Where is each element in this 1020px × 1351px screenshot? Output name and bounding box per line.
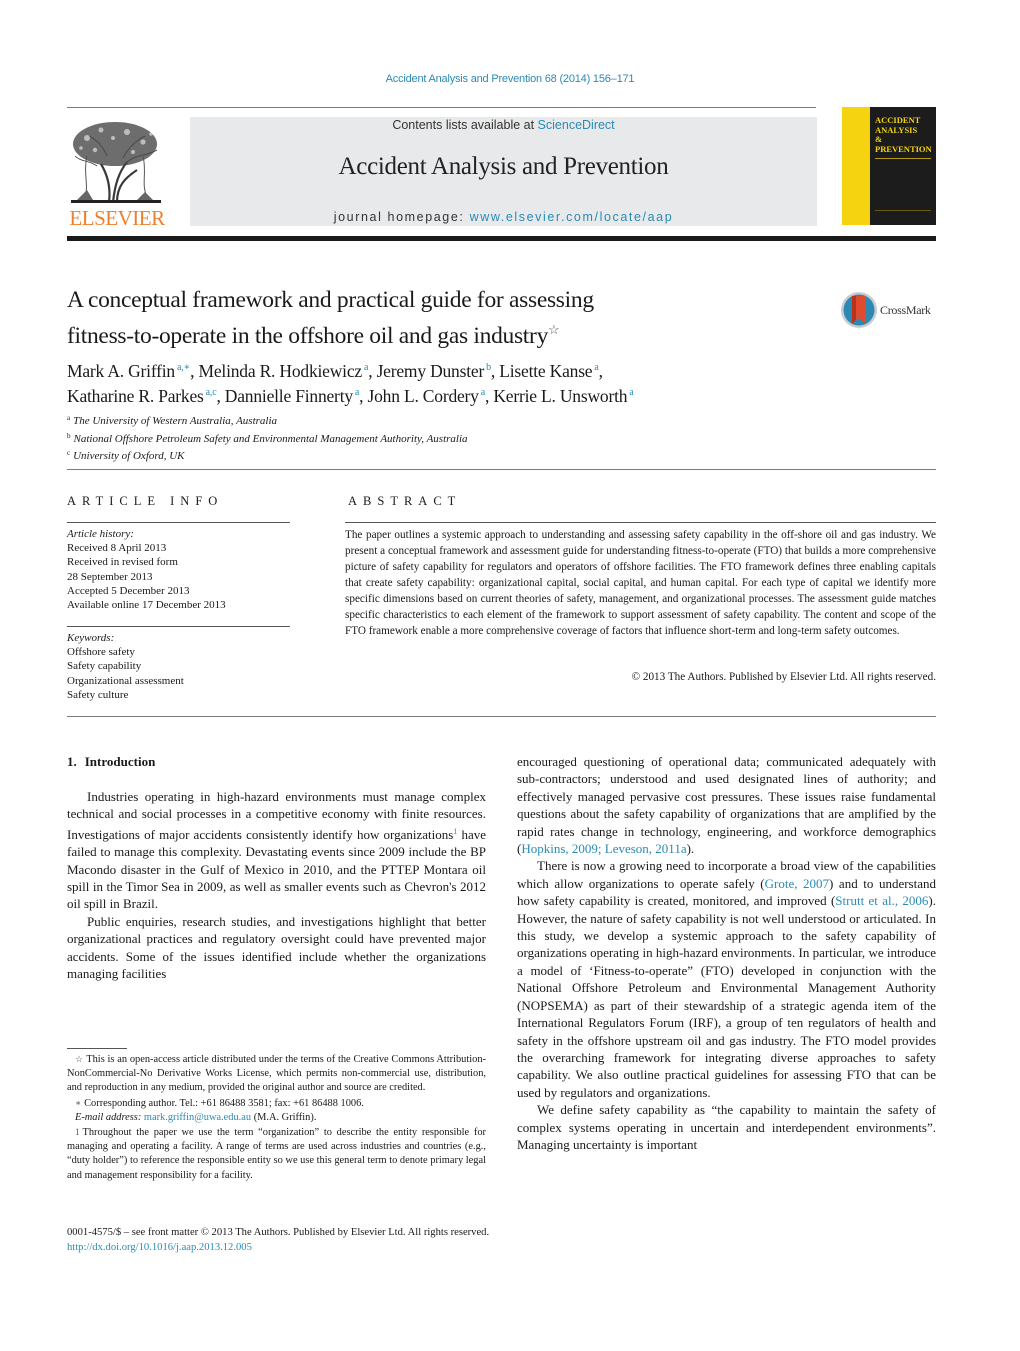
- keyword-item: Organizational assessment: [67, 674, 184, 687]
- footnote-corresponding: ∗ Corresponding author. Tel.: +61 86488 3…: [75, 1097, 364, 1109]
- title-footnote-star-icon[interactable]: ☆: [548, 322, 560, 337]
- citation-link[interactable]: Strutt et al., 2006: [835, 893, 928, 908]
- paragraph: We define safety capability as “the capa…: [517, 1101, 936, 1153]
- keywords-label: Keywords:: [67, 632, 115, 644]
- issn-line: 0001-4575/$ – see front matter © 2013 Th…: [67, 1227, 490, 1238]
- divider: [67, 626, 290, 627]
- history-item: Accepted 5 December 2013: [67, 584, 190, 597]
- crossmark-label[interactable]: CrossMark: [880, 303, 931, 318]
- abstract-text: The paper outlines a systemic approach t…: [345, 529, 936, 637]
- paragraph-text: Industries operating in high-hazard envi…: [67, 789, 486, 842]
- keywords: Keywords: Offshore safety Safety capabil…: [67, 631, 297, 702]
- cover-rule: [875, 158, 931, 159]
- elsevier-wordmark[interactable]: ELSEVIER: [67, 206, 167, 231]
- article-info-heading: ARTICLE INFO: [67, 494, 224, 508]
- section-title: Introduction: [84, 754, 156, 769]
- author-line-1: Mark A. Griffin a,∗, Melinda R. Hodkiewic…: [67, 361, 603, 381]
- history-item: 28 September 2013: [67, 570, 153, 583]
- section-heading: 1. Introduction: [67, 754, 155, 770]
- history-item: Received 8 April 2013: [67, 542, 167, 555]
- abstract-heading: ABSTRACT: [348, 494, 462, 508]
- divider: [67, 716, 936, 717]
- author-name[interactable]: Dannielle Finnerty: [225, 386, 353, 406]
- author-name[interactable]: Kerrie L. Unsworth: [493, 386, 627, 406]
- affiliation-item: c University of Oxford, UK: [67, 449, 185, 462]
- author-list: Mark A. Griffin a,∗, Melinda R. Hodkiewic…: [67, 357, 867, 407]
- author-name[interactable]: Melinda R. Hodkiewicz: [198, 361, 362, 381]
- cover-title: ACCIDENT ANALYSIS & PREVENTION: [875, 115, 932, 154]
- author-name[interactable]: Mark A. Griffin: [67, 361, 175, 381]
- paragraph: Industries operating in high-hazard envi…: [67, 788, 486, 913]
- author-name[interactable]: Lisette Kanse: [499, 361, 592, 381]
- email-link[interactable]: mark.griffin@uwa.edu.au: [144, 1112, 251, 1123]
- author-affiliation-mark[interactable]: a,∗: [177, 362, 190, 373]
- paragraph-text: ).: [686, 841, 695, 857]
- paragraph: encouraged questioning of operational da…: [517, 753, 936, 857]
- affiliations: a The University of Western Australia, Au…: [67, 411, 767, 464]
- asterisk-icon: ∗: [75, 1097, 82, 1108]
- affiliation-item: b National Offshore Petroleum Safety and …: [67, 431, 468, 445]
- front-matter: 0001-4575/$ – see front matter © 2013 Th…: [67, 1226, 667, 1255]
- homepage-prefix: journal homepage:: [333, 210, 470, 224]
- paragraph-text: ). However, the nature of safety capabil…: [517, 893, 936, 1100]
- keyword-item: Safety capability: [67, 660, 142, 673]
- paragraph-text: Public enquiries, research studies, and …: [67, 913, 486, 982]
- history-item: Received in revised form: [67, 556, 178, 569]
- body-right-column: encouraged questioning of operational da…: [517, 753, 936, 1153]
- article-title: A conceptual framework and practical gui…: [67, 287, 594, 349]
- cover-rule-bottom: [875, 210, 931, 211]
- author-affiliation-mark[interactable]: a,c: [206, 387, 217, 398]
- author-name[interactable]: Jeremy Dunster: [377, 361, 485, 381]
- footnotes: ☆ This is an open-access article distribu…: [67, 1052, 486, 1183]
- history-label: Article history:: [67, 528, 134, 540]
- masthead-thick-rule: [67, 236, 936, 241]
- footnote-divider: [67, 1048, 127, 1049]
- doi-link[interactable]: http://dx.doi.org/10.1016/j.aap.2013.12.…: [67, 1241, 667, 1256]
- section-number: 1.: [67, 754, 77, 769]
- paragraph: Public enquiries, research studies, and …: [67, 913, 486, 983]
- citation-link[interactable]: Hopkins, 2009; Leveson, 2011a: [521, 841, 686, 856]
- paragraph-text: We define safety capability as “the capa…: [517, 1102, 936, 1152]
- author-name[interactable]: John L. Cordery: [368, 386, 479, 406]
- header-divider: [67, 107, 816, 108]
- divider: [345, 522, 936, 523]
- running-header[interactable]: Accident Analysis and Prevention 68 (201…: [0, 73, 1020, 85]
- journal-title: Accident Analysis and Prevention: [338, 153, 669, 180]
- contents-prefix: Contents lists available at: [392, 118, 538, 132]
- journal-cover-thumbnail[interactable]: ACCIDENT ANALYSIS & PREVENTION: [842, 107, 936, 225]
- abstract-copyright: © 2013 The Authors. Published by Elsevie…: [631, 671, 936, 683]
- contents-line: Contents lists available at ScienceDirec…: [190, 118, 817, 132]
- paragraph: There is now a growing need to incorpora…: [517, 857, 936, 1101]
- sciencedirect-link[interactable]: ScienceDirect: [538, 118, 615, 132]
- article-history: Article history: Received 8 April 2013 R…: [67, 527, 297, 612]
- divider: [67, 522, 290, 523]
- affiliation-item: a The University of Western Australia, Au…: [67, 414, 278, 427]
- author-affiliation-mark[interactable]: a: [629, 387, 633, 398]
- footnote-email: E-mail address: mark.griffin@uwa.edu.au …: [75, 1111, 317, 1123]
- keyword-item: Safety culture: [67, 688, 129, 701]
- footnote-open-access: ☆ This is an open-access article distribu…: [67, 1054, 486, 1094]
- keyword-item: Offshore safety: [67, 646, 135, 659]
- footnote-1: 1 Throughout the paper we use the term “o…: [67, 1127, 486, 1181]
- citation-link[interactable]: Grote, 2007: [765, 876, 829, 891]
- body-left-column: Industries operating in high-hazard envi…: [67, 788, 486, 982]
- history-item: Available online 17 December 2013: [67, 599, 226, 612]
- cover-yellow-band: [842, 107, 870, 225]
- divider: [67, 469, 936, 470]
- author-line-2: Katharine R. Parkes a,c, Dannielle Finner…: [67, 386, 634, 406]
- journal-homepage-line: journal homepage: www.elsevier.com/locat…: [190, 210, 817, 224]
- journal-homepage-link[interactable]: www.elsevier.com/locate/aap: [470, 210, 674, 224]
- star-icon: ☆: [75, 1054, 84, 1064]
- author-name[interactable]: Katharine R. Parkes: [67, 386, 204, 406]
